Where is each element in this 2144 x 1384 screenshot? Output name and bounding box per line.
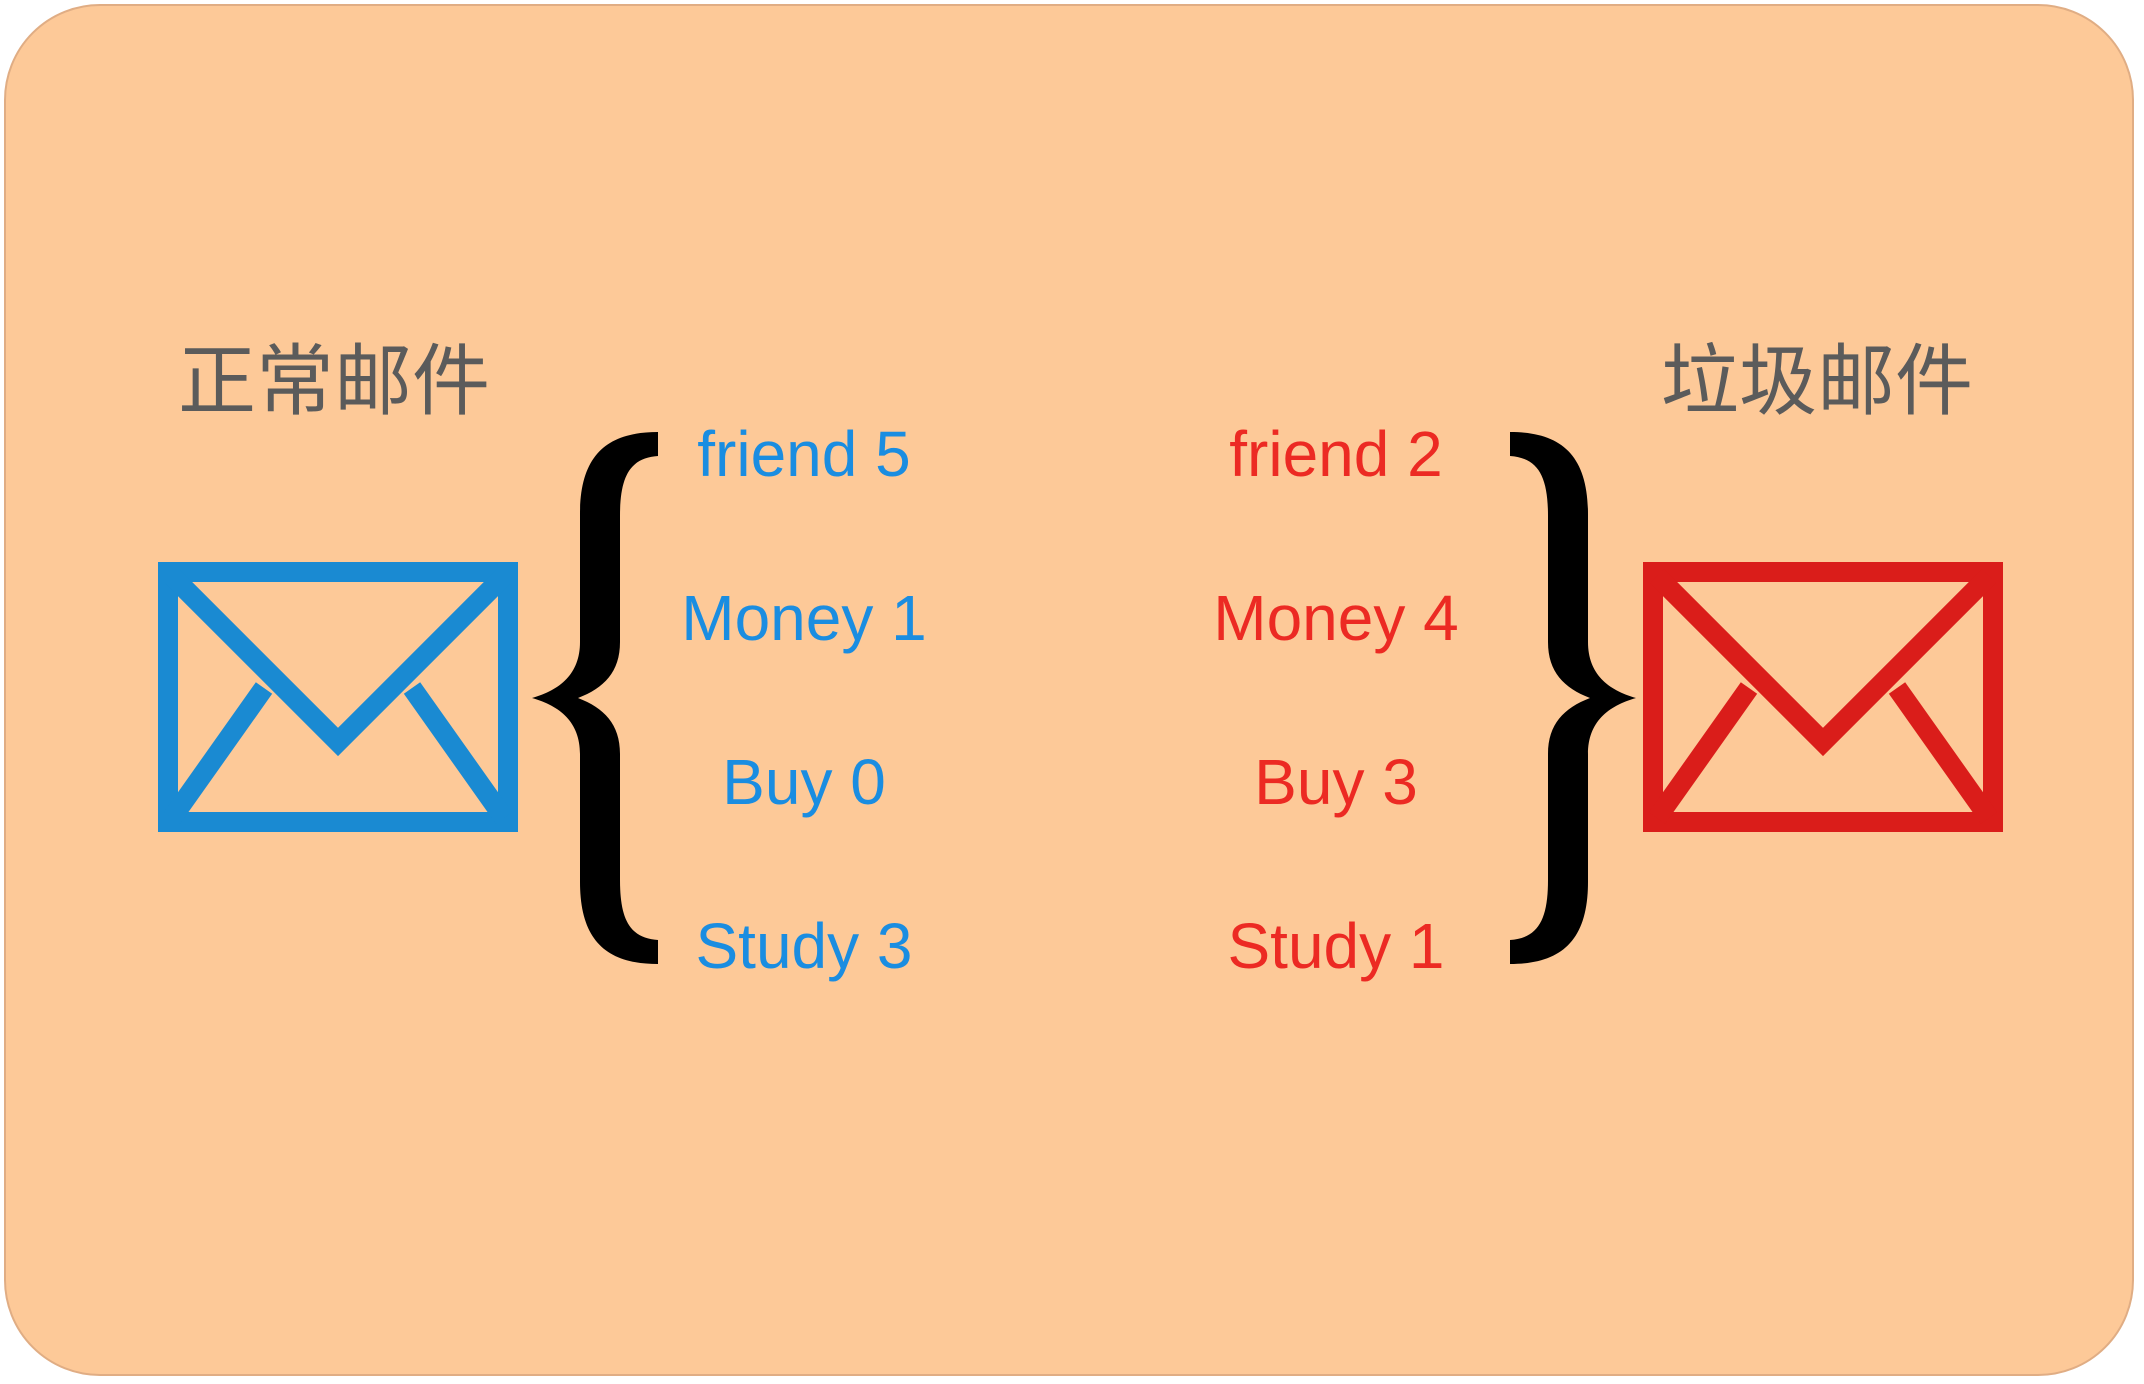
ham-word-count: Buy 0 <box>722 746 886 818</box>
spam-title: 垃圾邮件 <box>1661 337 1974 427</box>
ham-word-count: Study 3 <box>695 910 913 982</box>
ham-word-count: friend 5 <box>697 418 911 490</box>
diagram-panel: 正常邮件 friend 5 Money 1 Buy 0 Study 3 frie… <box>4 4 2134 1376</box>
spam-brace <box>1510 432 1636 964</box>
ham-word-list: friend 5 Money 1 Buy 0 Study 3 <box>644 406 964 1062</box>
ham-envelope-icon <box>158 562 518 832</box>
spam-word-count: Buy 3 <box>1254 746 1418 818</box>
ham-word-count: Money 1 <box>681 582 927 654</box>
spam-word-count: friend 2 <box>1229 418 1443 490</box>
spam-word-count: Study 1 <box>1227 910 1445 982</box>
ham-title: 正常邮件 <box>178 337 491 427</box>
spam-word-count: Money 4 <box>1213 582 1459 654</box>
spam-word-list: friend 2 Money 4 Buy 3 Study 1 <box>1176 406 1496 1062</box>
spam-envelope-icon <box>1643 562 2003 832</box>
